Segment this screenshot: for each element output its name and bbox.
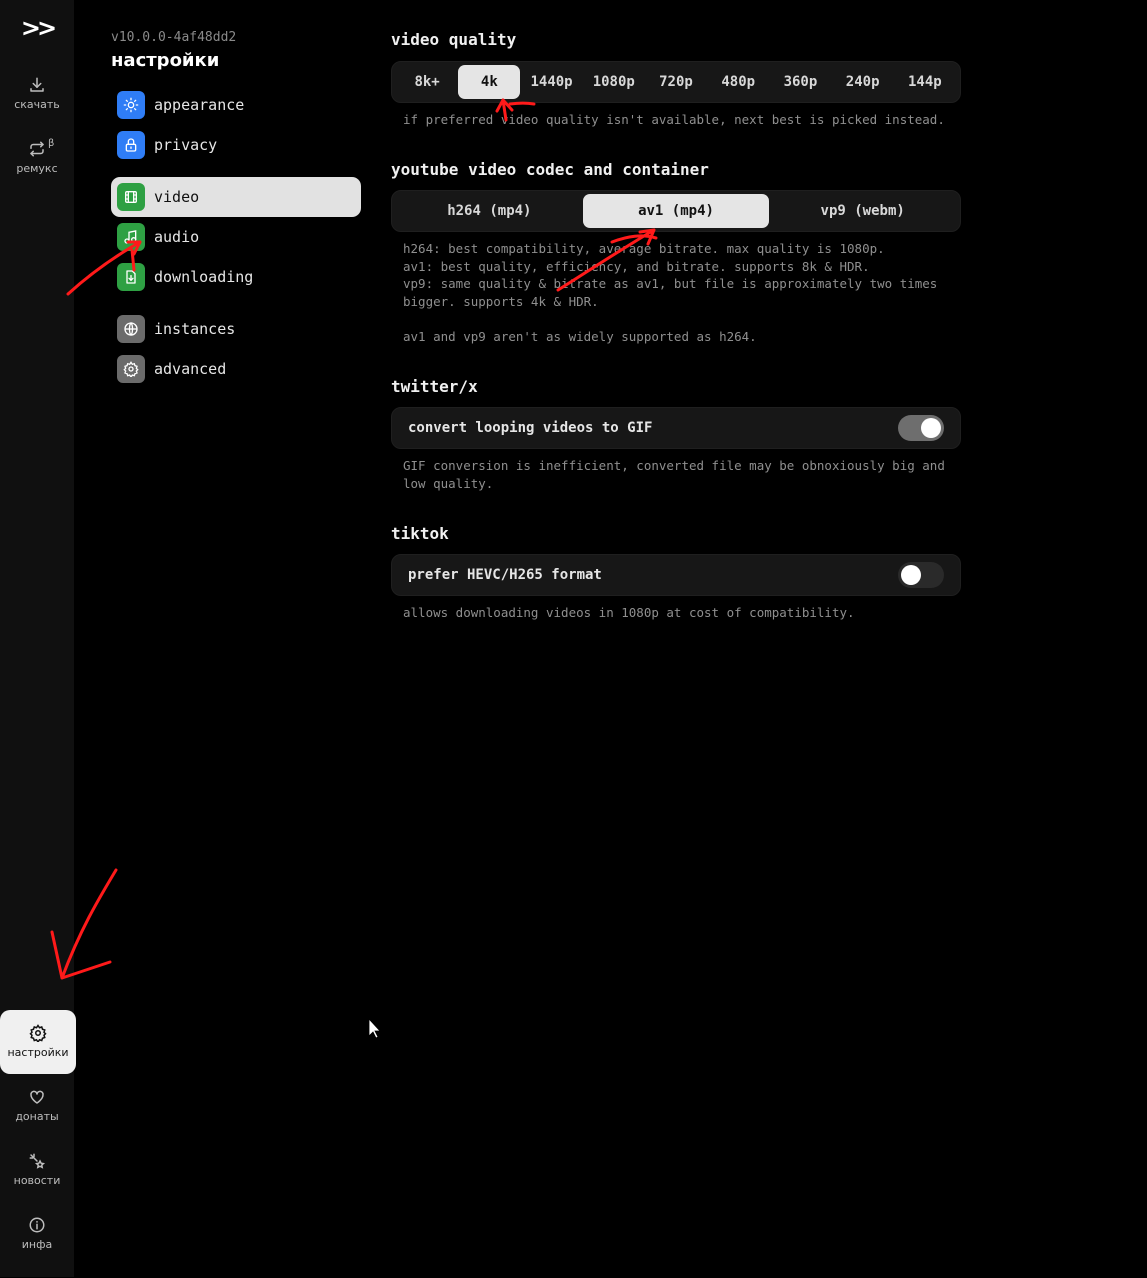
- film-icon: [117, 183, 145, 211]
- tiktok-hevc-setting[interactable]: prefer HEVC/H265 format: [391, 554, 961, 596]
- sparkle-icon: [29, 1153, 46, 1169]
- beta-badge: β: [48, 138, 55, 149]
- video-quality-selector: 8k+ 4k 1440p 1080p 720p 480p 360p 240p 1…: [391, 61, 961, 103]
- tiktok-hevc-toggle[interactable]: [898, 562, 944, 588]
- gear-icon: [117, 355, 145, 383]
- rail-news-label: новости: [13, 1174, 61, 1187]
- sidebar-item-downloading[interactable]: downloading: [111, 257, 361, 297]
- rail-settings-label: настройки: [7, 1046, 69, 1059]
- codec-hint: h264: best compatibility, average bitrat…: [403, 241, 938, 344]
- codec-option-vp9[interactable]: vp9 (webm): [769, 194, 956, 228]
- rail-download-label: скачать: [14, 98, 60, 111]
- file-download-icon: [117, 263, 145, 291]
- version-label: v10.0.0-4af48dd2: [111, 30, 237, 45]
- quality-option-480p[interactable]: 480p: [707, 65, 769, 99]
- rail-remux-label: ремукс: [16, 162, 58, 175]
- rail-settings[interactable]: настройки: [0, 1010, 76, 1074]
- sidebar-item-privacy[interactable]: privacy: [111, 125, 361, 165]
- download-icon: [30, 77, 44, 92]
- logo[interactable]: >>: [0, 14, 74, 42]
- quality-option-240p[interactable]: 240p: [832, 65, 894, 99]
- sidebar-item-label: video: [154, 188, 200, 206]
- twitter-title: twitter/x: [391, 377, 478, 396]
- sidebar-item-label: appearance: [154, 96, 245, 114]
- sidebar-item-label: audio: [154, 228, 200, 246]
- video-quality-hint: if preferred video quality isn't availab…: [403, 112, 945, 127]
- quality-option-1440p[interactable]: 1440p: [520, 65, 582, 99]
- toggle-knob: [921, 418, 941, 438]
- rail-info-label: инфа: [21, 1238, 53, 1251]
- rail-remux[interactable]: β ремукс: [0, 138, 74, 202]
- toggle-knob: [901, 565, 921, 585]
- mouse-cursor-icon: [368, 1017, 381, 1039]
- twitter-gif-label: convert looping videos to GIF: [408, 420, 653, 436]
- sidebar-item-audio[interactable]: audio: [111, 217, 361, 257]
- quality-option-1080p[interactable]: 1080p: [583, 65, 645, 99]
- quality-option-360p[interactable]: 360p: [769, 65, 831, 99]
- twitter-hint: GIF conversion is inefficient, converted…: [403, 458, 945, 491]
- codec-selector: h264 (mp4) av1 (mp4) vp9 (webm): [391, 190, 961, 232]
- codec-title: youtube video codec and container: [391, 160, 709, 179]
- repeat-icon: [30, 141, 44, 157]
- heart-icon: [30, 1090, 44, 1104]
- tiktok-hevc-label: prefer HEVC/H265 format: [408, 567, 602, 583]
- sidebar-item-video[interactable]: video: [111, 177, 361, 217]
- left-rail: >> скачать β ремукс настройки донаты нов…: [0, 0, 76, 1278]
- quality-option-8k[interactable]: 8k+: [396, 65, 458, 99]
- sidebar-item-label: privacy: [154, 136, 218, 154]
- info-icon: [29, 1217, 45, 1233]
- codec-option-h264[interactable]: h264 (mp4): [396, 194, 583, 228]
- sidebar-item-instances[interactable]: instances: [111, 309, 361, 349]
- sidebar-item-label: advanced: [154, 360, 227, 378]
- rail-donate[interactable]: донаты: [0, 1088, 74, 1150]
- sidebar-item-label: instances: [154, 320, 236, 338]
- sidebar-item-appearance[interactable]: appearance: [111, 85, 361, 125]
- page-title: настройки: [111, 50, 220, 71]
- globe-icon: [117, 315, 145, 343]
- twitter-gif-toggle[interactable]: [898, 415, 944, 441]
- quality-option-144p[interactable]: 144p: [894, 65, 956, 99]
- tiktok-title: tiktok: [391, 524, 449, 543]
- quality-option-720p[interactable]: 720p: [645, 65, 707, 99]
- sun-icon: [117, 91, 145, 119]
- tiktok-hint: allows downloading videos in 1080p at co…: [403, 605, 855, 620]
- quality-option-4k[interactable]: 4k: [458, 65, 521, 99]
- rail-info[interactable]: инфа: [0, 1216, 74, 1278]
- rail-download[interactable]: скачать: [0, 76, 74, 138]
- video-quality-title: video quality: [391, 30, 517, 49]
- twitter-gif-setting[interactable]: convert looping videos to GIF: [391, 407, 961, 449]
- music-icon: [117, 223, 145, 251]
- sidebar-item-advanced[interactable]: advanced: [111, 349, 361, 389]
- codec-option-av1[interactable]: av1 (mp4): [582, 194, 770, 228]
- rail-donate-label: донаты: [15, 1110, 59, 1123]
- lock-icon: [117, 131, 145, 159]
- rail-news[interactable]: новости: [0, 1152, 74, 1214]
- gear-icon: [29, 1024, 47, 1042]
- sidebar-item-label: downloading: [154, 268, 254, 286]
